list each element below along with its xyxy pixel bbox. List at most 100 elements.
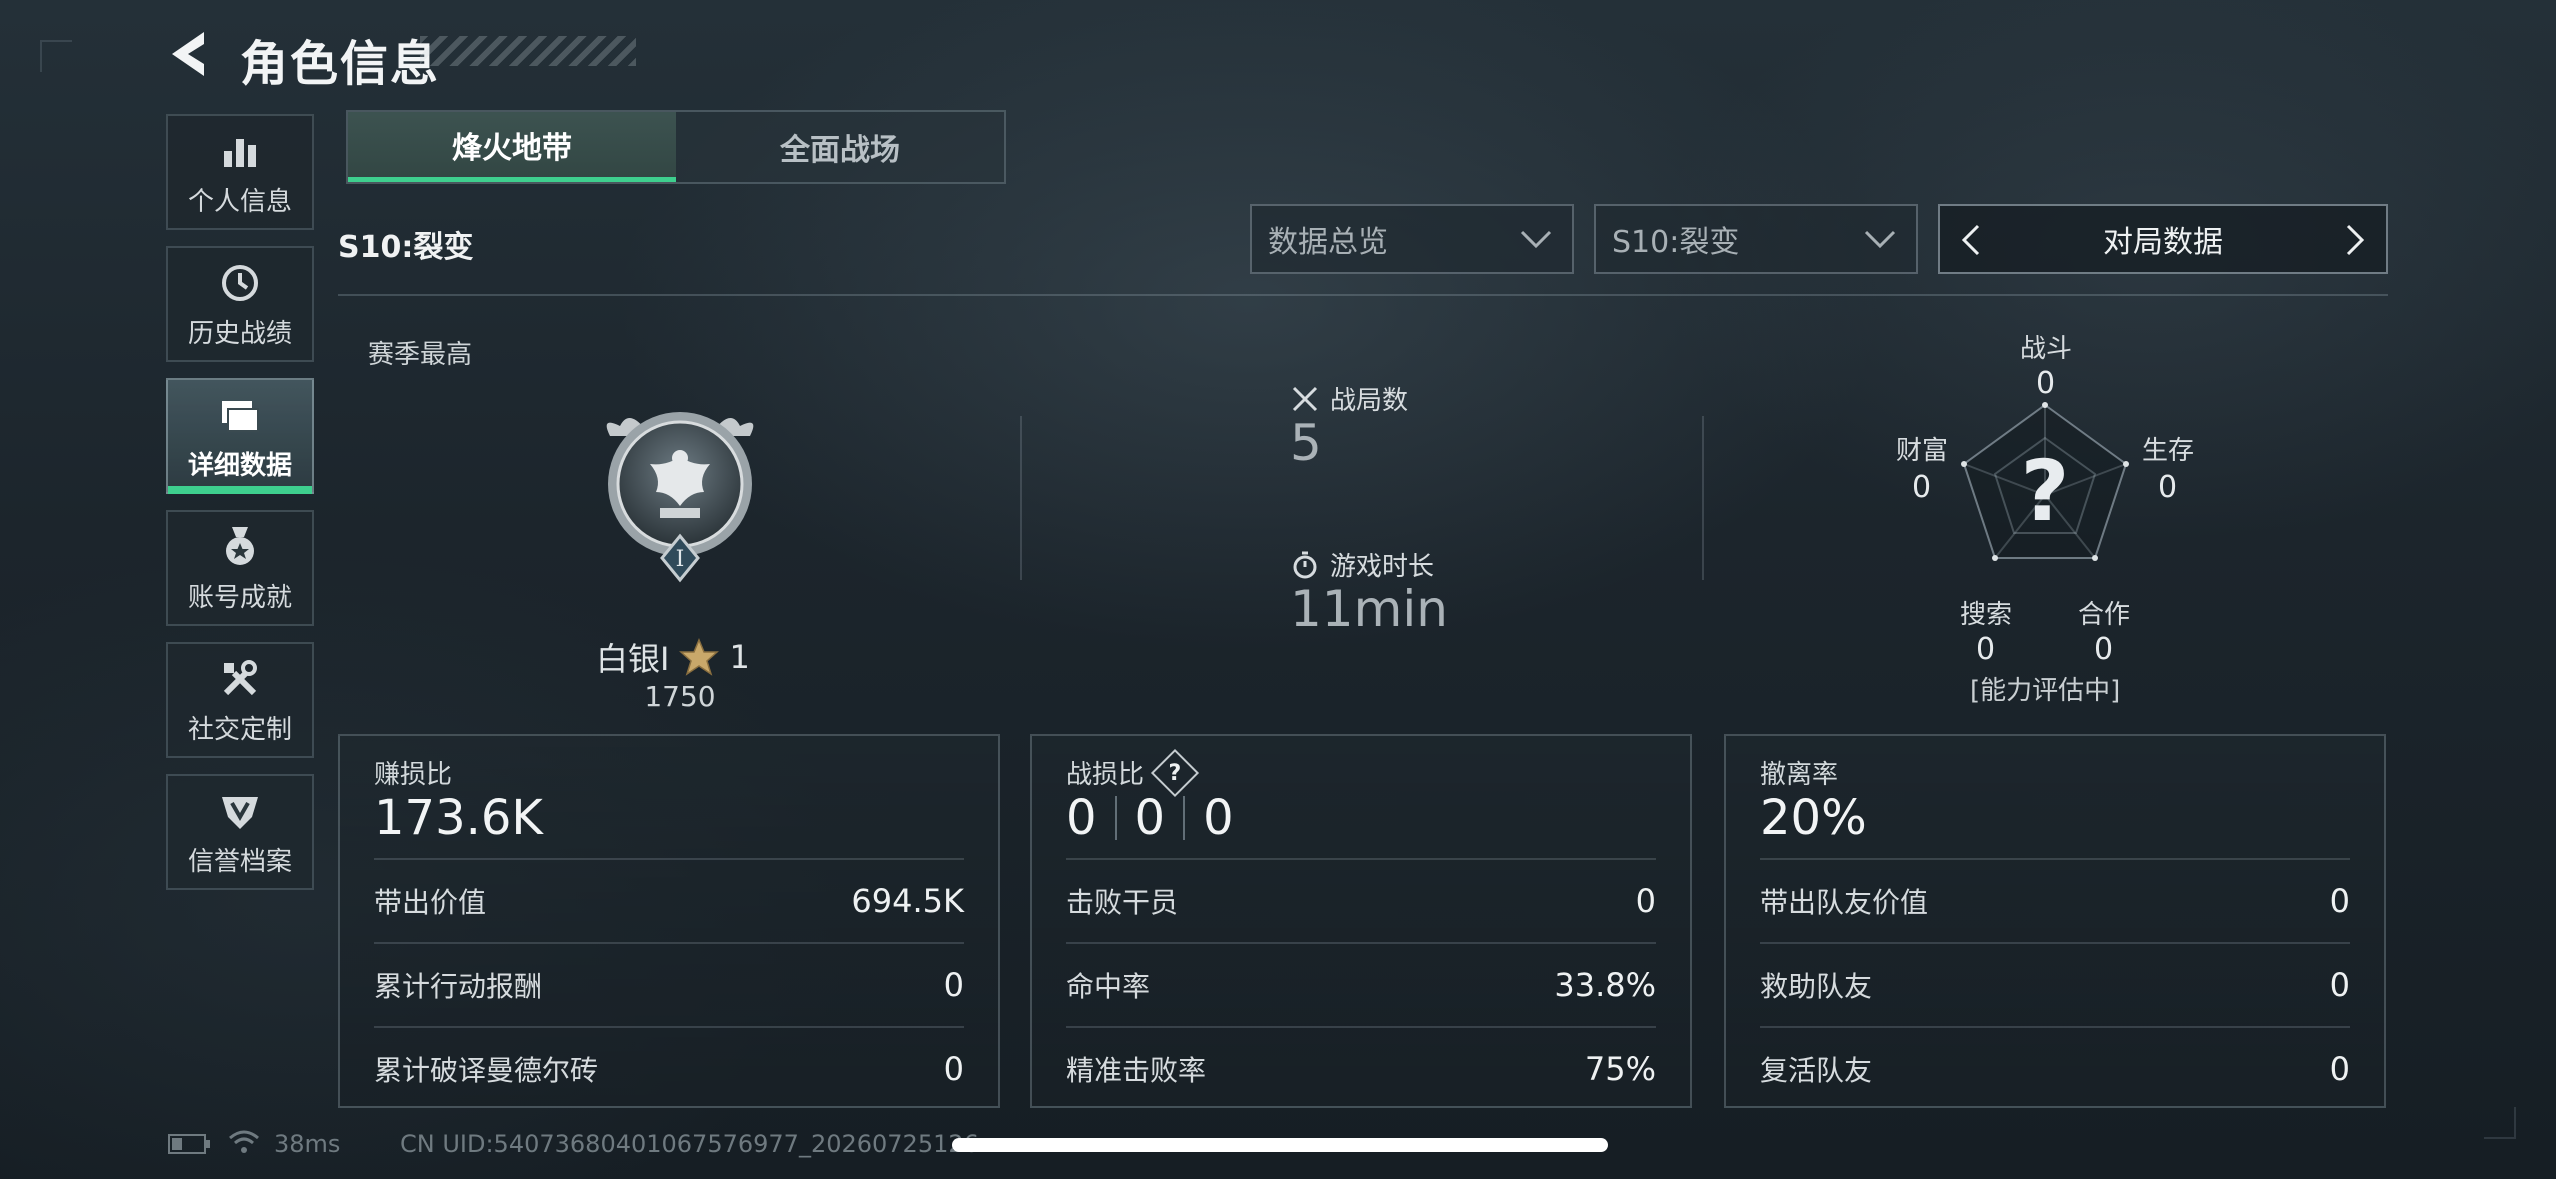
stat-row: 精准击败率 75% (1066, 1026, 1656, 1110)
stat-row-value: 0 (2329, 966, 2350, 1004)
stat-row-value: 0 (943, 1050, 964, 1088)
help-icon: ? (1168, 759, 1182, 785)
radar-value-combat: 0 (2036, 366, 2056, 401)
radar-label-survival: 生存 (2142, 436, 2195, 466)
season-title: S10:裂变 (338, 230, 474, 265)
radar-value-survival: 0 (2158, 470, 2178, 505)
season-best-label: 赛季最高 (368, 340, 473, 370)
crossed-swords-icon (1292, 386, 1318, 411)
stat-row-value: 0 (943, 966, 964, 1004)
sidebar-item-history[interactable]: 历史战绩 (166, 246, 314, 362)
sidebar-item-label: 社交定制 (187, 714, 292, 745)
stat-row-label: 累计破译曼德尔砖 (374, 1054, 599, 1087)
next-arrow-icon[interactable] (2338, 222, 2372, 258)
tab-firezone[interactable]: 烽火地带 (348, 112, 676, 182)
stat-row-value: 694.5K (851, 882, 964, 920)
overview-dropdown[interactable]: 数据总览 (1250, 204, 1574, 274)
panel-title: 战损比 (1066, 760, 1145, 790)
home-indicator[interactable] (952, 1138, 1608, 1152)
ability-radar-chart: ? (1961, 402, 2129, 561)
radar-value-search: 0 (1976, 632, 1996, 667)
stat-row: 带出队友价值 0 (1760, 858, 2350, 942)
sidebar-item-reputation[interactable]: 信誉档案 (166, 774, 314, 890)
stat-row-value: 0 (1635, 882, 1656, 920)
wifi-icon (229, 1130, 259, 1153)
sidebar-item-label: 账号成就 (187, 582, 292, 613)
radar-value-wealth: 0 (1912, 470, 1932, 505)
pager-label: 对局数据 (2103, 225, 2223, 260)
page-title: 角色信息 (240, 36, 441, 92)
radar-value-cooperation: 0 (2094, 632, 2114, 667)
tab-all-out-war[interactable]: 全面战场 (676, 112, 1004, 182)
rank-tier-row: 白银I 1 (596, 634, 750, 680)
rank-score: 1750 (644, 680, 716, 713)
chevron-down-icon (1864, 230, 1896, 249)
sidebar-item-label: 详细数据 (187, 450, 292, 481)
star-icon (679, 638, 720, 676)
stat-row: 复活队友 0 (1760, 1026, 2350, 1110)
svg-text:I: I (676, 547, 685, 572)
season-dropdown[interactable]: S10:裂变 (1594, 204, 1918, 274)
chevron-down-icon (1520, 230, 1552, 249)
sidebar-item-detailed-data[interactable]: 详细数据 (166, 378, 314, 494)
stat-row-value: 0 (2329, 1050, 2350, 1088)
matches-stat: 战局数 (1290, 380, 1408, 417)
rank-eagle-badge: I (606, 412, 754, 583)
extraction-rate-value: 20% (1760, 790, 1867, 846)
battery-icon (168, 1134, 210, 1154)
overview-dropdown-value: 数据总览 (1268, 225, 1388, 260)
playtime-stat: 游戏时长 (1290, 546, 1434, 583)
matches-value: 5 (1290, 414, 1322, 472)
sidebar-item-achievements[interactable]: 账号成就 (166, 510, 314, 626)
panel-title-row: 战损比 ? (1066, 748, 1200, 797)
frame-corner-tl (40, 40, 72, 72)
sidebar-item-personal-info[interactable]: 个人信息 (166, 114, 314, 230)
folder-icon (222, 400, 259, 432)
ping-text: 38ms (274, 1130, 341, 1158)
stat-row-value: 33.8% (1554, 966, 1656, 1004)
tools-icon (223, 659, 257, 695)
stat-row: 救助队友 0 (1760, 942, 2350, 1026)
stat-row: 命中率 33.8% (1066, 942, 1656, 1026)
stat-row-label: 击败干员 (1066, 886, 1179, 919)
back-button[interactable] (160, 24, 220, 84)
profit-panel: 赚损比 173.6K 带出价值 694.5K 累计行动报酬 0 累计破译曼德尔砖 0 (338, 734, 1000, 1108)
kd-value-1: 0 (1066, 790, 1097, 846)
playtime-label: 游戏时长 (1330, 552, 1435, 582)
stat-row-label: 命中率 (1066, 970, 1151, 1003)
stat-row-label: 累计行动报酬 (374, 970, 543, 1003)
mode-tabs: 烽火地带 全面战场 (346, 110, 1006, 184)
frame-corner-br (2484, 1107, 2516, 1139)
stat-row-label: 精准击败率 (1066, 1054, 1207, 1087)
uid-text: CN UID:54073680401067576977_20260725126 (400, 1130, 979, 1158)
radar-label-search: 搜索 (1960, 600, 2013, 630)
section-divider (338, 294, 2388, 296)
back-arrow-icon (172, 32, 204, 76)
panel-title: 赚损比 (374, 760, 453, 790)
stat-row: 带出价值 694.5K (374, 858, 964, 942)
rank-stars: 1 (729, 638, 750, 676)
stat-row-label: 带出价值 (374, 886, 487, 919)
title-decoration (420, 36, 636, 66)
radar-label-combat: 战斗 (2020, 334, 2073, 364)
stat-row-label: 复活队友 (1760, 1054, 1873, 1087)
radar-label-wealth: 财富 (1896, 436, 1949, 466)
stat-row-label: 救助队友 (1760, 970, 1873, 1003)
bar-chart-icon (224, 138, 256, 167)
stat-row: 累计行动报酬 0 (374, 942, 964, 1026)
stopwatch-icon (1293, 551, 1317, 578)
medal-icon (226, 526, 254, 565)
kd-value-3: 0 (1203, 790, 1234, 846)
sidebar-item-label: 个人信息 (187, 186, 292, 217)
radar-status: [能力评估中] (1970, 676, 2121, 706)
season-dropdown-value: S10:裂变 (1612, 225, 1740, 260)
prev-arrow-icon[interactable] (1954, 222, 1988, 258)
stat-row-value: 0 (2329, 882, 2350, 920)
divider (1020, 416, 1022, 580)
stat-row: 累计破译曼德尔砖 0 (374, 1026, 964, 1110)
sidebar-item-label: 历史战绩 (187, 318, 292, 349)
sidebar-item-social[interactable]: 社交定制 (166, 642, 314, 758)
matches-label: 战局数 (1330, 386, 1409, 416)
stat-row: 击败干员 0 (1066, 858, 1656, 942)
kd-separator (1183, 796, 1186, 840)
